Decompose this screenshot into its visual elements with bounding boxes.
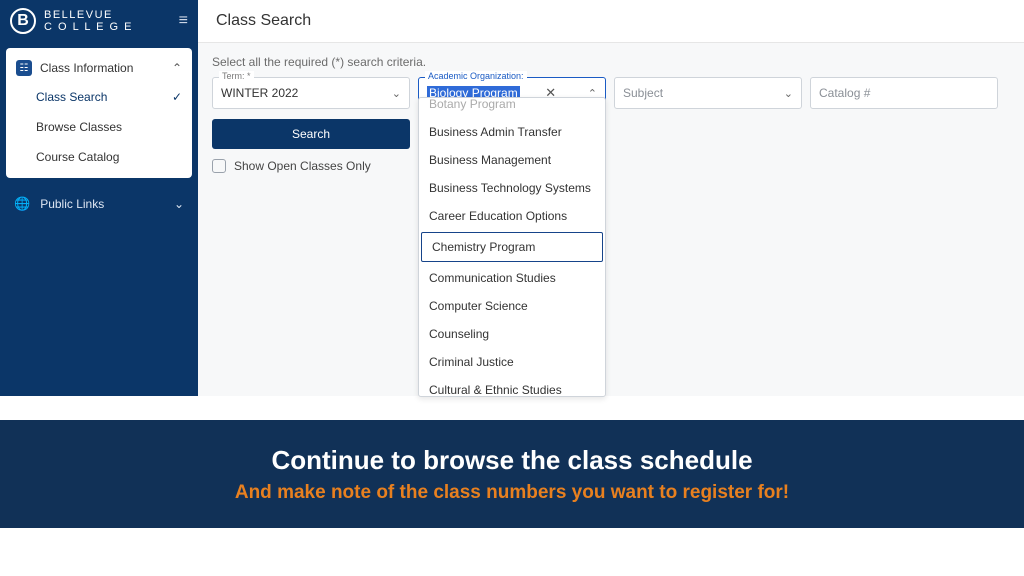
nav-item-label: Course Catalog [36, 150, 119, 164]
org-option[interactable]: Cultural & Ethnic Studies [419, 376, 605, 397]
search-button[interactable]: Search [212, 119, 410, 149]
open-only-label: Show Open Classes Only [234, 159, 371, 173]
chevron-down-icon: ⌄ [174, 197, 184, 211]
nav-item-label: Class Search [36, 90, 107, 104]
class-info-icon: ☷ [16, 60, 32, 76]
open-only-row[interactable]: Show Open Classes Only [212, 159, 410, 173]
catalog-input[interactable]: Catalog # [810, 77, 998, 109]
org-option[interactable]: Botany Program [419, 98, 605, 118]
org-option[interactable]: Business Management [419, 146, 605, 174]
org-option[interactable]: Business Admin Transfer [419, 118, 605, 146]
logo-text: BELLEVUE C O L L E G E [44, 9, 133, 33]
nav-item-label: Browse Classes [36, 120, 122, 134]
menu-toggle-icon[interactable]: ≡ [179, 12, 188, 30]
instruction-text: Select all the required (*) search crite… [212, 55, 1010, 69]
catalog-placeholder: Catalog # [819, 86, 870, 100]
info-banner: Continue to browse the class schedule An… [0, 420, 1024, 528]
logo-line1: BELLEVUE [44, 9, 133, 21]
org-option[interactable]: Business Technology Systems [419, 174, 605, 202]
term-select[interactable]: Term: * WINTER 2022 ⌄ [212, 77, 410, 109]
org-dropdown-list[interactable]: Botany ProgramBusiness Admin TransferBus… [419, 98, 605, 397]
nav-section-header[interactable]: ☷ Class Information ⌃ [6, 54, 192, 82]
page-title: Class Search [198, 0, 1024, 43]
open-only-checkbox[interactable] [212, 159, 226, 173]
org-option[interactable]: Criminal Justice [419, 348, 605, 376]
logo-mark: B [10, 8, 36, 34]
nav-section-label: Class Information [40, 61, 133, 75]
check-icon: ✓ [172, 90, 182, 104]
logo-row: B BELLEVUE C O L L E G E ≡ [0, 0, 198, 42]
filter-row: Term: * WINTER 2022 ⌄ Search Show Open C… [212, 77, 1010, 173]
chevron-down-icon: ⌄ [392, 87, 401, 100]
chevron-up-icon: ⌃ [172, 61, 182, 75]
term-label: Term: * [219, 71, 254, 81]
org-option[interactable]: Counseling [419, 320, 605, 348]
spacer [0, 396, 1024, 420]
org-option[interactable]: Computer Science [419, 292, 605, 320]
subject-placeholder: Subject [623, 86, 663, 100]
nav-card: ☷ Class Information ⌃ Class Search ✓ Bro… [6, 48, 192, 178]
org-option[interactable]: Chemistry Program [421, 232, 603, 262]
search-panel: Select all the required (*) search crite… [198, 43, 1024, 396]
public-links-label: Public Links [40, 197, 104, 211]
org-option[interactable]: Career Education Options [419, 202, 605, 230]
nav-item-course-catalog[interactable]: Course Catalog [6, 142, 192, 172]
public-links[interactable]: 🌐 Public Links ⌄ [0, 186, 198, 222]
globe-icon: 🌐 [14, 196, 30, 212]
org-label: Academic Organization: [425, 71, 527, 81]
subject-select[interactable]: Subject ⌄ [614, 77, 802, 109]
chevron-down-icon: ⌄ [784, 87, 793, 100]
nav-item-class-search[interactable]: Class Search ✓ [6, 82, 192, 112]
org-option[interactable]: Communication Studies [419, 264, 605, 292]
nav-item-browse-classes[interactable]: Browse Classes [6, 112, 192, 142]
term-value: WINTER 2022 [221, 86, 298, 100]
main: Class Search Select all the required (*)… [198, 0, 1024, 396]
org-dropdown: Botany ProgramBusiness Admin TransferBus… [418, 97, 606, 397]
logo-line2: C O L L E G E [44, 21, 133, 33]
banner-heading: Continue to browse the class schedule [271, 445, 752, 476]
sidebar: B BELLEVUE C O L L E G E ≡ ☷ Class Infor… [0, 0, 198, 396]
banner-subheading: And make note of the class numbers you w… [235, 482, 789, 504]
